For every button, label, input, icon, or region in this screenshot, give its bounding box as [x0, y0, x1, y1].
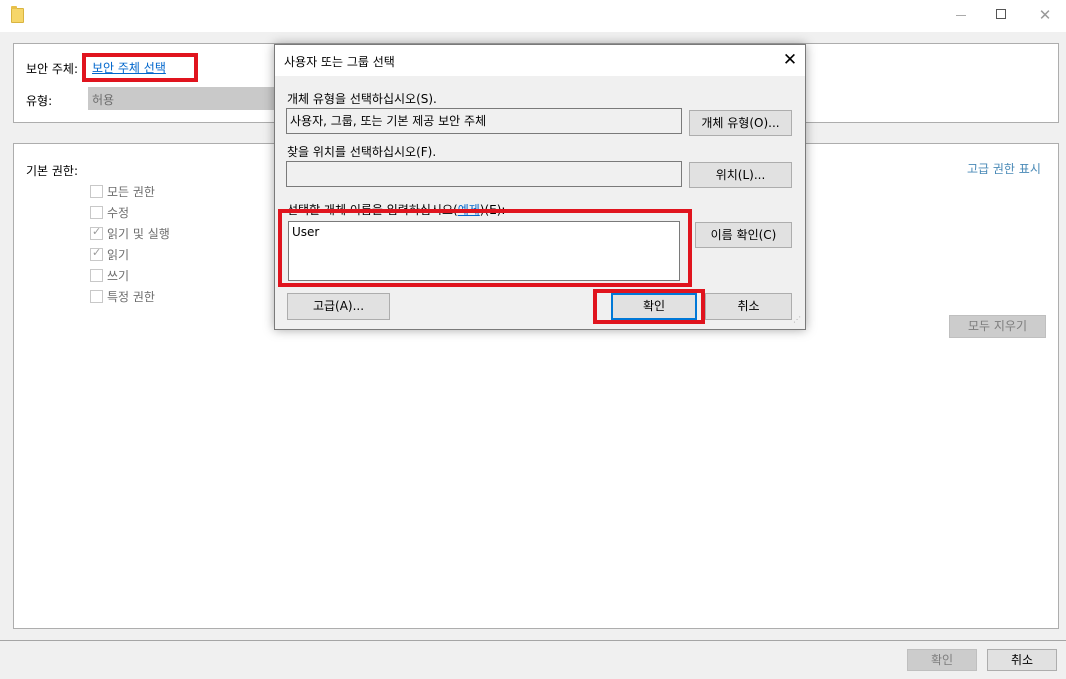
select-users-dialog: 사용자 또는 그룹 선택 ✕ 개체 유형을 선택하십시오(S). 사용자, 그룹…: [274, 44, 806, 330]
window-cancel-button[interactable]: 취소: [987, 649, 1057, 671]
permission-label: 쓰기: [107, 268, 130, 283]
dialog-ok-button[interactable]: 확인: [611, 293, 697, 320]
minimize-icon: [956, 14, 966, 16]
type-select[interactable]: 허용: [88, 87, 278, 110]
close-icon: ✕: [1038, 6, 1052, 24]
permission-write[interactable]: 쓰기: [90, 267, 129, 283]
object-names-input[interactable]: User: [288, 221, 680, 281]
type-value: 허용: [92, 93, 115, 107]
checkbox[interactable]: [90, 184, 103, 198]
permission-read[interactable]: 읽기: [90, 246, 129, 262]
permission-label: 특정 권한: [107, 289, 155, 304]
advanced-button[interactable]: 고급(A)...: [287, 293, 390, 320]
type-label: 유형:: [26, 94, 53, 108]
clear-all-button[interactable]: 모두 지우기: [949, 315, 1046, 338]
checkbox[interactable]: [90, 205, 103, 219]
show-advanced-permissions-link[interactable]: 고급 권한 표시: [967, 160, 1041, 177]
checkbox[interactable]: [90, 268, 103, 282]
dialog-title: 사용자 또는 그룹 선택: [284, 55, 395, 69]
resize-grip-icon[interactable]: ⋰: [793, 316, 803, 327]
location-label: 찾을 위치를 선택하십시오(F).: [287, 145, 437, 159]
permission-label: 읽기: [107, 247, 130, 262]
dialog-titlebar: 사용자 또는 그룹 선택 ✕: [275, 45, 805, 76]
permission-read-execute[interactable]: 읽기 및 실행: [90, 225, 170, 241]
locations-button[interactable]: 위치(L)...: [689, 162, 792, 188]
window-ok-button[interactable]: 확인: [907, 649, 977, 671]
checkbox[interactable]: [90, 289, 103, 303]
permission-full-control[interactable]: 모든 권한: [90, 183, 155, 199]
permission-special[interactable]: 특정 권한: [90, 288, 155, 304]
bottom-divider: [0, 640, 1066, 641]
maximize-icon: [996, 8, 1006, 19]
permission-modify[interactable]: 수정: [90, 204, 129, 220]
basic-permissions-label: 기본 권한:: [26, 164, 79, 178]
permission-label: 읽기 및 실행: [107, 226, 170, 241]
folder-icon: [11, 6, 24, 23]
close-icon: ✕: [782, 50, 798, 70]
object-types-button[interactable]: 개체 유형(O)...: [689, 110, 792, 136]
window-close-button[interactable]: ✕: [1022, 0, 1066, 32]
checkbox-checked[interactable]: [90, 246, 103, 261]
maximize-button[interactable]: [978, 0, 1024, 32]
checkbox-checked[interactable]: [90, 225, 103, 240]
object-names-label: 선택할 개체 이름을 입력하십시오(예제)(E):: [287, 201, 505, 218]
object-type-field: 사용자, 그룹, 또는 기본 제공 보안 주체: [286, 108, 682, 134]
dialog-cancel-button[interactable]: 취소: [705, 293, 792, 320]
dialog-close-button[interactable]: ✕: [777, 47, 803, 73]
select-principal-link[interactable]: 보안 주체 선택: [92, 59, 166, 76]
object-names-label-suffix: )(E):: [479, 203, 506, 217]
object-type-label: 개체 유형을 선택하십시오(S).: [287, 92, 437, 106]
object-type-value: 사용자, 그룹, 또는 기본 제공 보안 주체: [290, 114, 487, 128]
examples-link[interactable]: 예제: [458, 203, 480, 217]
location-field: [286, 161, 682, 187]
object-names-label-text: 선택할 개체 이름을 입력하십시오(: [287, 203, 458, 217]
check-names-button[interactable]: 이름 확인(C): [695, 222, 792, 248]
subject-label: 보안 주체:: [26, 62, 79, 76]
permission-label: 수정: [107, 205, 130, 220]
object-names-value: User: [292, 225, 320, 239]
window-titlebar: ✕: [0, 0, 1066, 32]
permission-label: 모든 권한: [107, 184, 155, 199]
